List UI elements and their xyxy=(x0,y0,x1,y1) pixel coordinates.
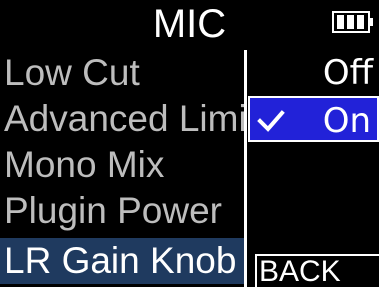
option-on-label: On xyxy=(322,101,371,141)
option-on[interactable]: On xyxy=(248,96,379,142)
checkmark-icon xyxy=(257,110,285,132)
option-off-label: Off xyxy=(322,53,373,93)
settings-menu-list: Low Cut Advanced Limiter Mono Mix Plugin… xyxy=(0,50,244,287)
menu-item-mono-mix[interactable]: Mono Mix xyxy=(0,142,244,188)
option-list: Off On xyxy=(248,50,379,287)
menu-item-lr-gain-knob[interactable]: LR Gain Knob xyxy=(0,238,244,284)
screen-title: MIC xyxy=(152,2,227,46)
column-divider xyxy=(244,50,247,287)
menu-item-plugin-power[interactable]: Plugin Power xyxy=(0,188,244,234)
battery-full-icon xyxy=(332,11,373,33)
mic-menu-screen: MIC Low Cut Advanced Limiter Mono Mix Pl… xyxy=(0,0,379,287)
menu-item-advanced-limiter[interactable]: Advanced Limiter xyxy=(0,96,244,142)
back-button[interactable]: BACK xyxy=(255,254,379,287)
option-off[interactable]: Off xyxy=(248,50,379,96)
menu-item-low-cut[interactable]: Low Cut xyxy=(0,50,244,96)
